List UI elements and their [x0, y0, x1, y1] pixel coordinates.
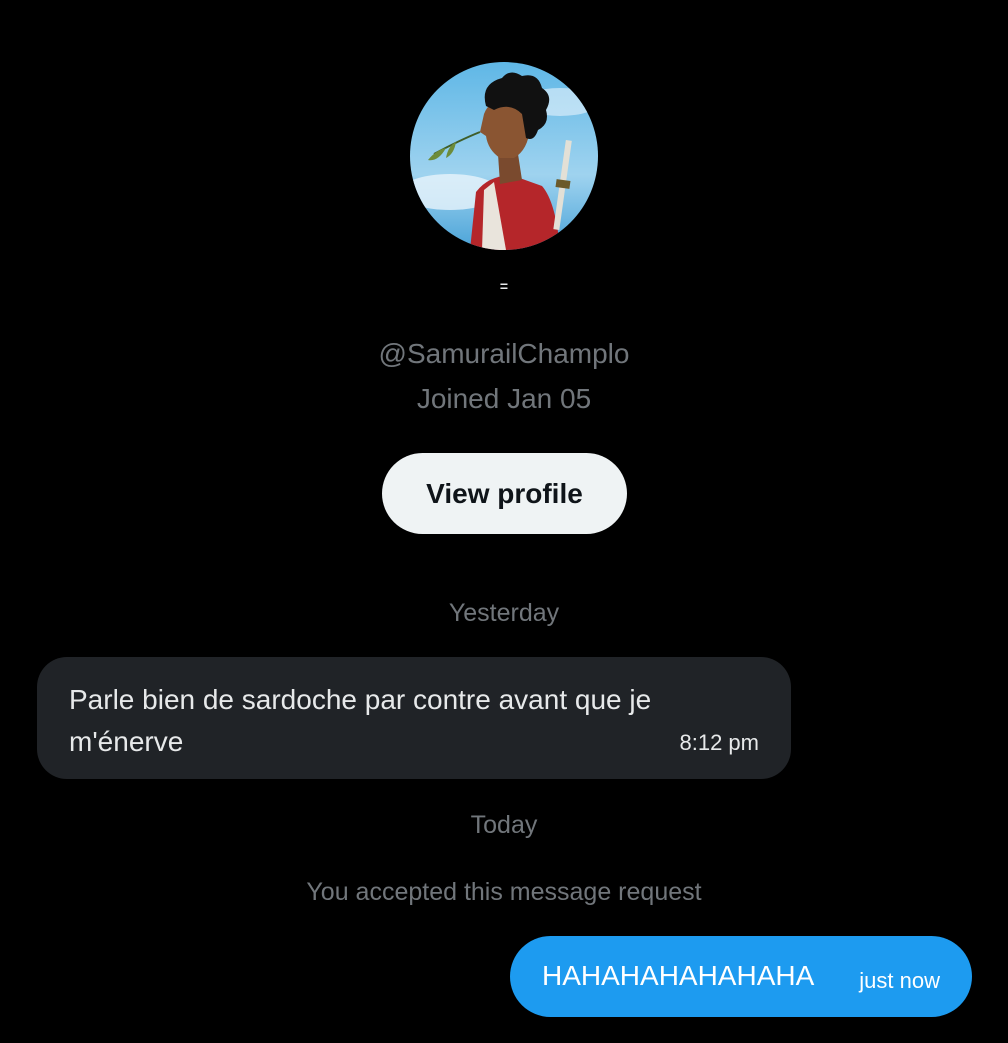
view-profile-button[interactable]: View profile [382, 453, 627, 534]
request-accepted-note: You accepted this message request [306, 878, 702, 906]
profile-handle: @SamurailChamplo [378, 338, 630, 369]
joined-date: Joined Jan 05 [416, 383, 592, 414]
message-timestamp: 8:12 pm [679, 730, 760, 755]
date-separator-today: Today [470, 811, 538, 839]
date-separator-yesterday: Yesterday [448, 599, 560, 627]
incoming-message[interactable]: Parle bien de sardoche par contre avant … [37, 657, 791, 779]
message-text: HAHAHAHAHAHAHA [542, 960, 815, 991]
message-timestamp: just now [859, 968, 940, 993]
display-name: = [499, 278, 509, 294]
outgoing-message[interactable]: HAHAHAHAHAHAHA just now [510, 936, 972, 1017]
message-text: Parle bien de sardoche par contre avant … [69, 684, 652, 757]
avatar-image [410, 62, 598, 250]
profile-avatar[interactable] [410, 62, 598, 250]
